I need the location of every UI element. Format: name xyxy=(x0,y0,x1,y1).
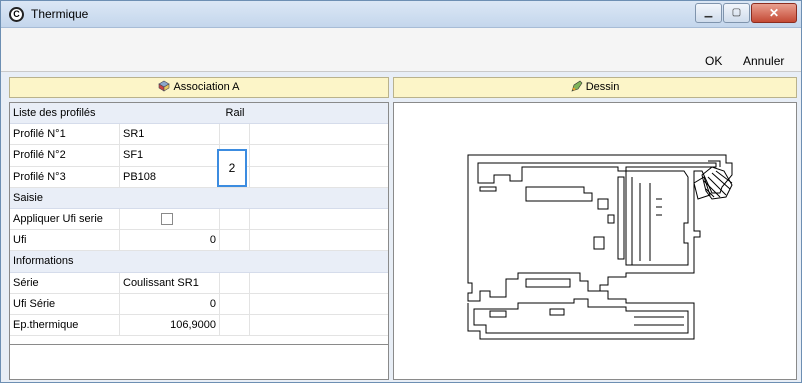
serie-value: Coulissant SR1 xyxy=(120,272,220,293)
drawing-panel-header: Dessin xyxy=(393,77,797,98)
window: C Thermique ▁ ▢ ✕ OK Annuler Association… xyxy=(0,0,802,383)
table-row[interactable]: Ep.thermique 106,9000 xyxy=(10,314,388,337)
section-saisie-label: Saisie xyxy=(13,191,43,204)
apply-ufi-rail xyxy=(220,208,250,230)
table-row[interactable]: Profilé N°2 SF1 xyxy=(10,145,388,167)
association-icon xyxy=(158,80,171,92)
ufi-label: Ufi xyxy=(10,230,120,251)
ufi-serie-rail xyxy=(220,293,250,314)
toolbar: OK Annuler xyxy=(1,28,801,72)
apply-ufi-label: Appliquer Ufi serie xyxy=(10,208,120,230)
profile-3-label: Profilé N°3 xyxy=(10,166,120,187)
grid-header-row: Liste des profilés Rail xyxy=(10,103,388,125)
ok-button[interactable]: OK xyxy=(705,54,722,68)
title-bar: C Thermique ▁ ▢ ✕ xyxy=(1,1,801,28)
properties-grid: Liste des profilés Rail Profilé N°1 SR1 … xyxy=(10,103,388,337)
window-title: Thermique xyxy=(31,7,89,21)
section-saisie: Saisie xyxy=(10,187,388,209)
serie-label: Série xyxy=(10,272,120,293)
table-row[interactable]: Appliquer Ufi serie xyxy=(10,208,388,231)
table-row[interactable]: Ufi Série 0 xyxy=(10,293,388,315)
drawing-icon xyxy=(571,80,583,92)
table-row[interactable]: Profilé N°1 SR1 xyxy=(10,124,388,146)
profile-1-label: Profilé N°1 xyxy=(10,124,120,145)
association-panel-header: Association A xyxy=(9,77,389,98)
grid-divider xyxy=(10,344,388,345)
ufi-serie-label: Ufi Série xyxy=(10,293,120,314)
table-row[interactable]: Profilé N°3 PB108 xyxy=(10,166,388,188)
close-button[interactable]: ✕ xyxy=(751,3,797,23)
apply-ufi-checkbox[interactable] xyxy=(161,212,173,225)
properties-grid-panel: Liste des profilés Rail Profilé N°1 SR1 … xyxy=(9,102,389,380)
section-informations: Informations xyxy=(10,251,388,273)
table-row[interactable]: Ufi 0 xyxy=(10,230,388,252)
profile-1-rail[interactable] xyxy=(220,124,250,145)
ep-thermique-value: 106,9000 xyxy=(120,314,220,336)
ep-thermique-label: Ep.thermique xyxy=(10,314,120,336)
ufi-serie-value: 0 xyxy=(120,293,220,314)
profile-2-value[interactable]: SF1 xyxy=(120,145,220,166)
rail-value-box[interactable]: 2 xyxy=(217,149,247,187)
serie-rail xyxy=(220,272,250,293)
profile-2-label: Profilé N°2 xyxy=(10,145,120,166)
section-informations-label: Informations xyxy=(13,255,74,268)
table-row[interactable]: Série Coulissant SR1 xyxy=(10,272,388,294)
grid-header-label: Liste des profilés xyxy=(13,107,96,119)
drawing-panel-title: Dessin xyxy=(585,81,620,93)
maximize-button[interactable]: ▢ xyxy=(723,3,750,23)
profile-drawing xyxy=(467,154,733,340)
profile-3-value[interactable]: PB108 xyxy=(120,166,220,187)
ep-thermique-rail xyxy=(220,314,250,336)
profile-1-value[interactable]: SR1 xyxy=(120,124,220,145)
cancel-button[interactable]: Annuler xyxy=(743,54,784,68)
ufi-rail xyxy=(220,230,250,251)
rail-column-header: Rail xyxy=(225,107,245,119)
apply-ufi-cell xyxy=(120,208,220,230)
minimize-button[interactable]: ▁ xyxy=(695,3,722,23)
ufi-value[interactable]: 0 xyxy=(120,230,220,251)
drawing-panel xyxy=(393,102,797,380)
app-icon: C xyxy=(9,7,24,22)
association-panel-title: Association A xyxy=(173,81,240,93)
